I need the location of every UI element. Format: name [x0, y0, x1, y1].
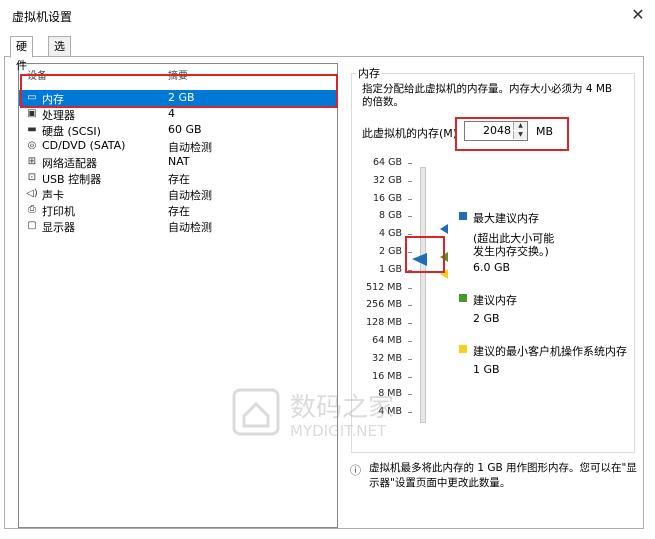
device-row-printer[interactable]: ⎙ 打印机 存在 — [19, 202, 337, 218]
device-summary: 4 — [168, 107, 175, 120]
display-icon: ▢ — [27, 220, 37, 231]
device-row-cd[interactable]: ◎ CD/DVD (SATA) 自动检测 — [19, 138, 337, 154]
device-summary: 自动检测 — [168, 141, 212, 154]
device-row-sound[interactable]: ◁) 声卡 自动检测 — [19, 186, 337, 202]
tab-options[interactable]: 选项 — [48, 36, 71, 72]
device-row-disk[interactable]: ▬ 硬盘 (SCSI) 60 GB — [19, 122, 337, 138]
device-name: 打印机 — [42, 205, 75, 218]
min-memory-title: 建议的最小客户机操作系统内存 — [473, 345, 627, 358]
recommended-memory-value: 2 GB — [473, 312, 500, 325]
device-summary: NAT — [168, 155, 190, 168]
device-summary: 60 GB — [168, 123, 202, 136]
highlight-box-memory-row — [20, 74, 338, 108]
printer-icon: ⎙ — [28, 204, 36, 215]
max-memory-note-2: 发生内存交换。) — [473, 245, 549, 258]
device-list: 设备 摘要 ▭ 内存 2 GB ▣ 处理器 4 ▬ 硬盘 (SCSI) 60 G… — [18, 63, 338, 528]
device-name: 声卡 — [42, 189, 64, 202]
graphics-memory-note: 虚拟机最多将此内存的 1 GB 用作图形内存。您可以在"显示器"设置页面中更改此… — [369, 462, 637, 489]
cpu-icon: ▣ — [27, 108, 37, 119]
highlight-box-slider-thumb — [405, 236, 445, 273]
tab-hardware[interactable]: 硬件 — [10, 36, 33, 72]
max-memory-legend-icon — [459, 212, 467, 220]
device-row-usb[interactable]: ⊡ USB 控制器 存在 — [19, 170, 337, 186]
sound-icon: ◁) — [26, 188, 38, 199]
cd-icon: ◎ — [27, 140, 37, 151]
usb-icon: ⊡ — [27, 172, 37, 183]
min-memory-legend-icon — [459, 345, 467, 353]
device-summary: 自动检测 — [168, 189, 212, 202]
info-icon: ⓘ — [350, 464, 361, 477]
device-summary: 存在 — [168, 205, 190, 218]
max-memory-marker-icon — [440, 224, 448, 234]
highlight-box-memory-value — [455, 117, 569, 151]
device-name: CD/DVD (SATA) — [42, 139, 126, 152]
device-name: 处理器 — [42, 109, 75, 122]
device-row-network[interactable]: ⊞ 网络适配器 NAT — [19, 154, 337, 170]
device-summary: 自动检测 — [168, 221, 212, 234]
device-row-cpu[interactable]: ▣ 处理器 4 — [19, 106, 337, 122]
device-name: USB 控制器 — [42, 173, 102, 186]
min-memory-value: 1 GB — [473, 363, 500, 376]
window-title: 虚拟机设置 — [12, 10, 73, 24]
close-icon[interactable]: ✕ — [627, 4, 649, 26]
device-name: 显示器 — [42, 221, 75, 234]
device-name: 硬盘 (SCSI) — [42, 125, 101, 138]
device-summary: 存在 — [168, 173, 190, 186]
device-name: 网络适配器 — [42, 157, 97, 170]
recommended-memory-legend-icon — [459, 294, 467, 302]
recommended-memory-title: 建议内存 — [473, 294, 517, 307]
max-memory-title: 最大建议内存 — [473, 212, 539, 225]
device-row-display[interactable]: ▢ 显示器 自动检测 — [19, 218, 337, 234]
max-memory-value: 6.0 GB — [473, 261, 511, 274]
title-bar: 虚拟机设置 ✕ — [0, 0, 655, 30]
network-icon: ⊞ — [27, 156, 37, 167]
disk-icon: ▬ — [27, 124, 37, 135]
